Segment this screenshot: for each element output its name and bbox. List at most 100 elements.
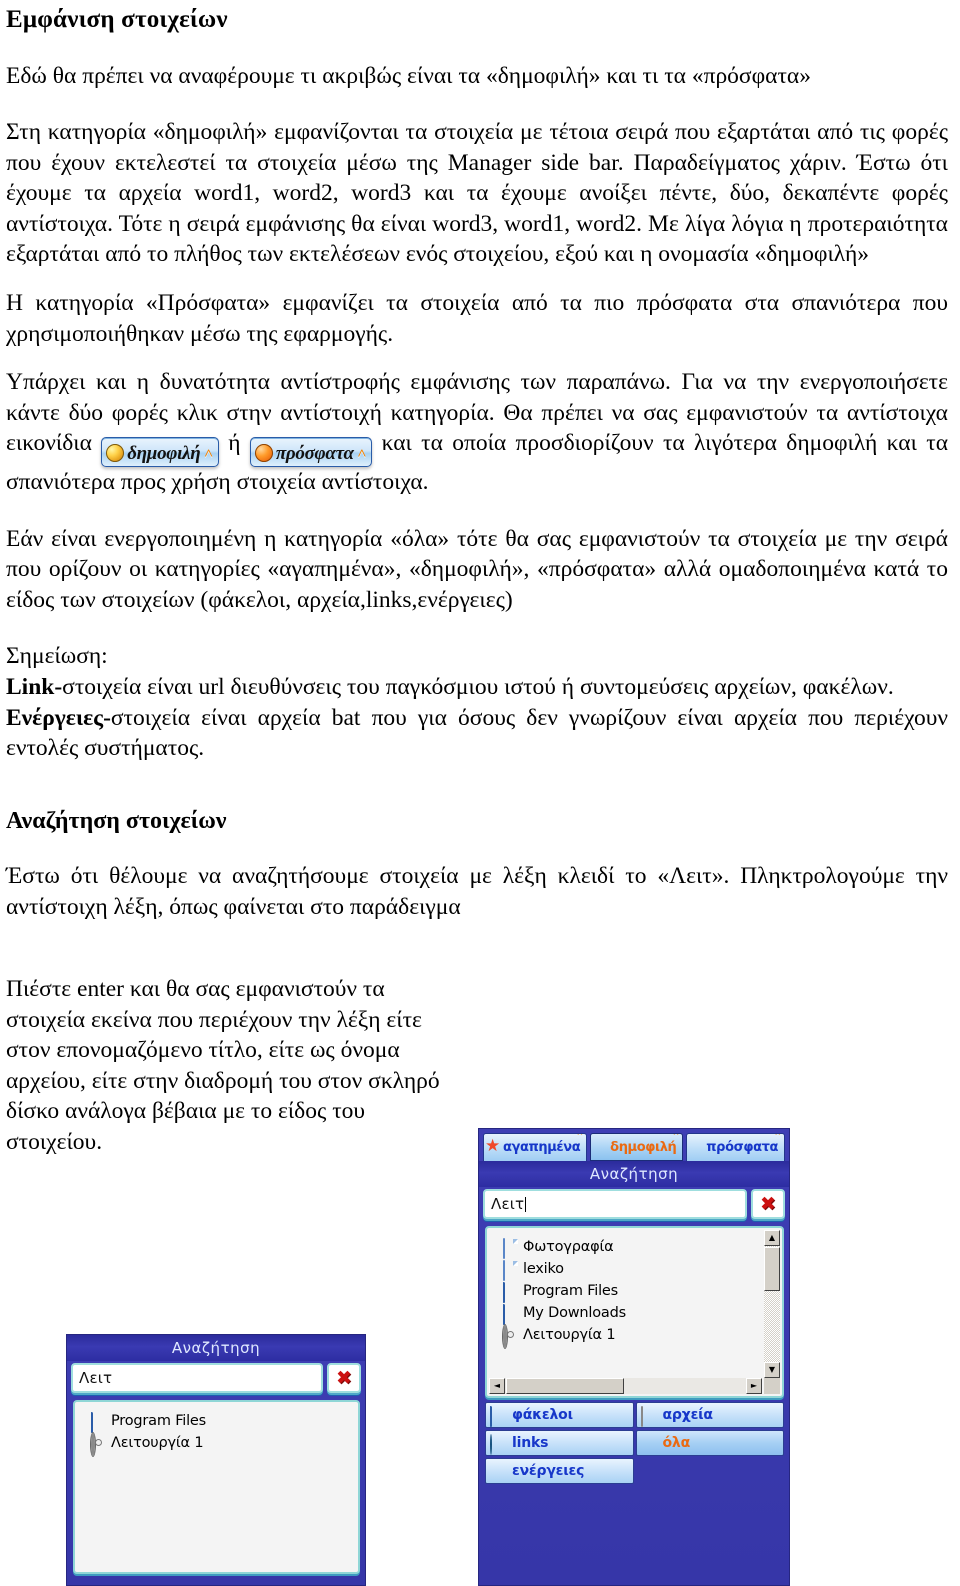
search-row: Λειτ ✖: [479, 1187, 789, 1222]
folder-icon: [490, 1406, 506, 1427]
filter-button-files[interactable]: αρχεία: [635, 1402, 784, 1428]
app-screenshot-left: Αναζήτηση Λειτ ✖ Program Files Λειτουργί…: [66, 1334, 366, 1586]
list-item-label: lexiko: [523, 1261, 564, 1277]
note-link: Link-στοιχεία είναι url διευθύνσεις του …: [0, 672, 960, 703]
app-screenshot-right: ★ αγαπημένα ˆ δημοφιλή ˆ πρόσφατα ˆ Αναζ…: [478, 1128, 790, 1586]
list-item[interactable]: My Downloads: [503, 1302, 764, 1325]
list-item-label: Λειτουργία 1: [523, 1327, 616, 1343]
close-x-icon: ✖: [336, 1367, 352, 1389]
file-icon: [503, 1260, 518, 1281]
filter-button-actions-label: ενέργειες: [512, 1463, 585, 1479]
scroll-up-button[interactable]: ▲: [764, 1230, 780, 1246]
vertical-scrollbar[interactable]: ▲ ▼: [764, 1230, 780, 1378]
paragraph-popular: Στη κατηγορία «δημοφιλή» εμφανίζονται τα…: [6, 119, 948, 268]
list-item-label: Program Files: [523, 1283, 619, 1299]
file-icon: [503, 1238, 518, 1259]
tab-favorites-label: αγαπημένα: [503, 1140, 581, 1155]
note-link-rest: στοιχεία είναι url διευθύνσεις του παγκό…: [62, 673, 894, 700]
list-item[interactable]: Program Files: [503, 1280, 764, 1303]
list-item-label: My Downloads: [523, 1305, 626, 1321]
tab-popular-label: δημοφιλή: [610, 1139, 677, 1155]
horizontal-scroll-thumb[interactable]: [506, 1378, 624, 1394]
folder-icon: [91, 1412, 106, 1433]
tab-favorites[interactable]: ★ αγαπημένα ˆ: [483, 1133, 588, 1161]
list-item[interactable]: Λειτουργία 1: [91, 1432, 354, 1456]
filter-button-links[interactable]: links: [485, 1430, 634, 1456]
filter-button-files-label: αρχεία: [662, 1407, 714, 1423]
filter-buttons: φάκελοι αρχεία links όλα ενέργειες: [479, 1402, 789, 1489]
paragraph-reverse: Υπάρχει και η δυνατότητα αντίστροφής εμφ…: [0, 367, 960, 498]
results-list-items: Φωτογραφία lexiko Program Files My Downl…: [487, 1228, 764, 1380]
list-item[interactable]: Φωτογραφία: [503, 1236, 764, 1259]
list-item-label: Program Files: [111, 1413, 207, 1429]
popular-ball-icon: [593, 1139, 609, 1155]
close-x-icon: ✖: [760, 1193, 776, 1215]
filter-button-actions[interactable]: ενέργειες: [485, 1458, 634, 1484]
horizontal-scrollbar[interactable]: ◄ ►: [489, 1378, 762, 1394]
search-input-value: Λειτ: [79, 1369, 113, 1387]
scrollbar-corner: [764, 1378, 780, 1394]
paragraph-intro: Εδώ θα πρέπει να αναφέρουμε τι ακριβώς ε…: [6, 62, 811, 89]
list-item-label: Λειτουργία 1: [111, 1435, 204, 1451]
list-item-label: Φωτογραφία: [523, 1239, 614, 1255]
list-item[interactable]: Λειτουργία 1: [503, 1324, 764, 1348]
search-row: Λειτ ✖: [67, 1361, 365, 1396]
gears-icon: [490, 1463, 506, 1479]
tab-popular[interactable]: δημοφιλή ˆ: [590, 1133, 684, 1161]
text-caret: [525, 1196, 527, 1212]
chevron-down-icon: ˄: [204, 446, 213, 463]
results-list[interactable]: Φωτογραφία lexiko Program Files My Downl…: [485, 1226, 784, 1398]
gear-icon: [503, 1325, 518, 1348]
note-actions: Ενέργειες-στοιχεία είναι αρχεία bat που …: [0, 703, 960, 764]
recent-ball-icon: [689, 1140, 705, 1156]
list-item[interactable]: lexiko: [503, 1258, 764, 1281]
page-title: Εμφάνιση στοιχείων: [6, 6, 228, 33]
popular-ball-icon: [106, 444, 125, 463]
tab-recent[interactable]: πρόσφατα ˆ: [686, 1133, 785, 1161]
inline-button-popular[interactable]: δημοφιλή ˄: [101, 437, 219, 468]
star-icon: ★: [485, 1135, 501, 1156]
clear-search-button[interactable]: ✖: [327, 1363, 361, 1393]
document-page: Εμφάνιση στοιχείων Εδώ θα πρέπει να αναφ…: [0, 0, 960, 1586]
app-title-bar: Αναζήτηση: [67, 1335, 365, 1361]
filter-grid-empty-cell: [636, 1458, 785, 1484]
section-title-search: Αναζήτηση στοιχείων: [6, 807, 227, 834]
chevron-up-icon: ˆ: [576, 1133, 584, 1147]
note-link-bold: Link-: [6, 673, 63, 700]
paragraph-enter-results: Πιέστε enter και θα σας εμφανιστούν τα σ…: [6, 976, 440, 1156]
recent-ball-icon: [254, 444, 273, 463]
grid-icon: [641, 1435, 657, 1451]
folder-icon: [503, 1304, 518, 1325]
inline-button-recent-label: πρόσφατα: [275, 443, 354, 465]
note-actions-rest: στοιχεία είναι αρχεία bat που για όσους …: [6, 704, 948, 762]
clear-search-button[interactable]: ✖: [751, 1189, 785, 1219]
gear-icon: [91, 1433, 106, 1456]
filter-button-folders[interactable]: φάκελοι: [485, 1402, 634, 1428]
vertical-scroll-thumb[interactable]: [764, 1247, 780, 1291]
filter-button-all-label: όλα: [662, 1435, 691, 1451]
scroll-right-button[interactable]: ►: [746, 1378, 762, 1394]
list-item[interactable]: Program Files: [91, 1410, 354, 1433]
search-input-value: Λειτ: [491, 1195, 525, 1213]
results-list-items: Program Files Λειτουργία 1: [75, 1402, 354, 1568]
paragraph-all-category: Εάν είναι ενεργοποιημένη η κατηγορία «όλ…: [6, 525, 948, 613]
app-title-bar: Αναζήτηση: [479, 1161, 789, 1187]
paragraph-search-example: Έστω ότι θέλουμε να αναζητήσουμε στοιχεί…: [6, 863, 948, 920]
chevron-down-icon: ˄: [357, 446, 367, 463]
filter-button-links-label: links: [512, 1435, 549, 1451]
filter-button-all[interactable]: όλα: [635, 1430, 784, 1456]
note-actions-bold: Ενέργειες-: [6, 704, 111, 731]
search-input[interactable]: Λειτ: [483, 1189, 747, 1219]
scroll-down-button[interactable]: ▼: [764, 1362, 780, 1378]
chevron-up-icon: ˆ: [774, 1133, 782, 1147]
globe-icon: [490, 1434, 506, 1455]
folder-icon: [503, 1282, 518, 1303]
results-list[interactable]: Program Files Λειτουργία 1: [73, 1400, 360, 1574]
document-icon: [640, 1406, 657, 1427]
scroll-left-button[interactable]: ◄: [489, 1378, 505, 1394]
search-input[interactable]: Λειτ: [71, 1363, 323, 1393]
inline-button-recent[interactable]: πρόσφατα ˄: [249, 437, 373, 468]
note-label: Σημείωση:: [6, 643, 108, 670]
inline-button-popular-label: δημοφιλή: [127, 443, 201, 465]
chevron-up-icon: ˆ: [672, 1133, 680, 1147]
